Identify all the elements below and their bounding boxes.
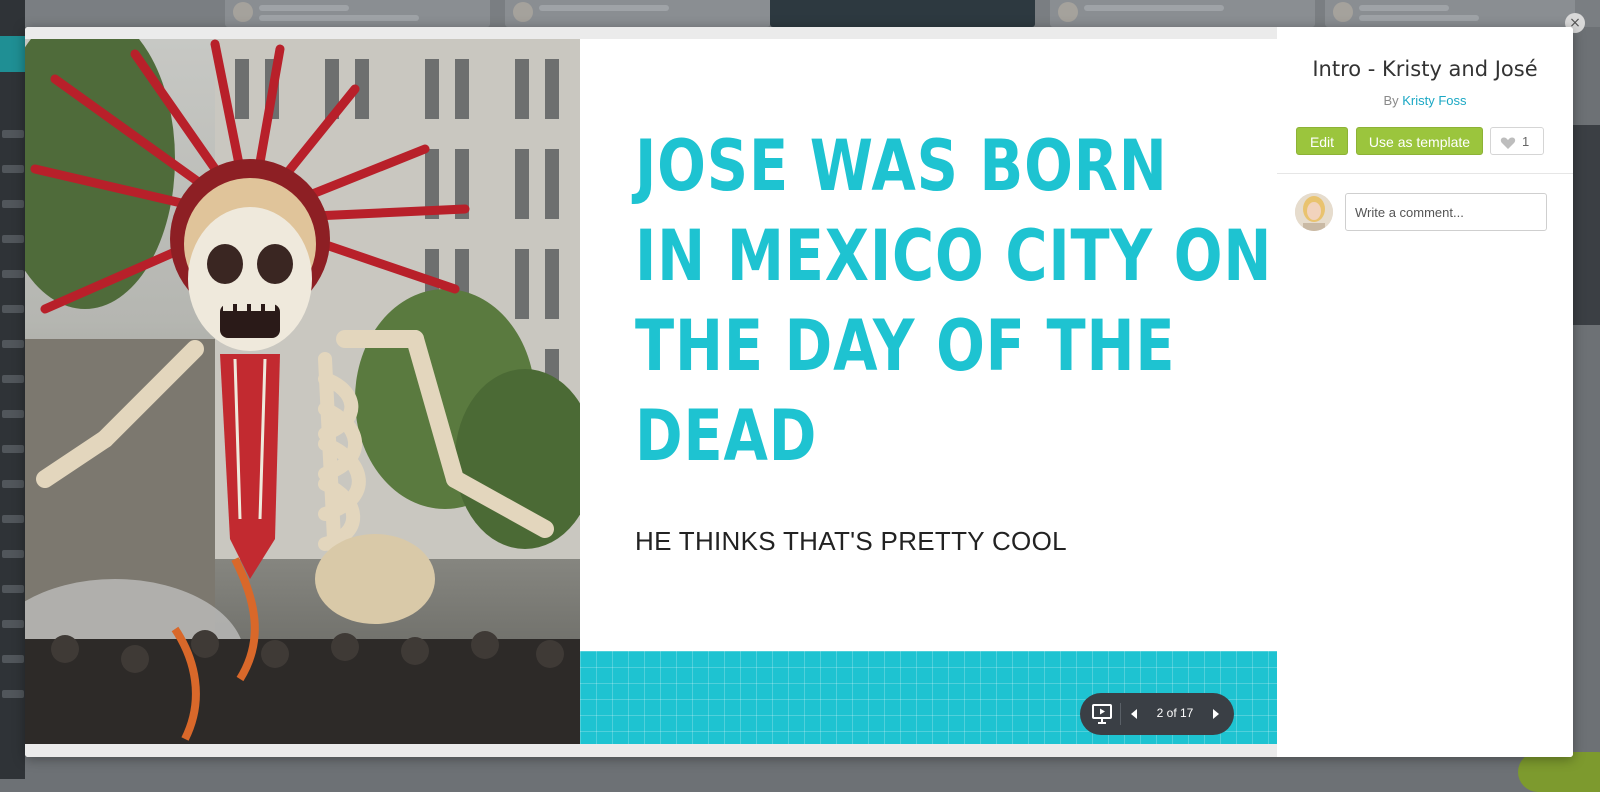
page-indicator: 2 of 17 [1156,706,1194,720]
background-card-image [1573,125,1600,325]
heart-icon [1500,137,1516,149]
background-card-avatar [1333,2,1353,22]
nav-divider [1120,703,1121,725]
background-sidebar-item [2,165,24,173]
background-sidebar-item [2,515,24,523]
present-icon[interactable] [1090,702,1114,726]
background-card-line [1359,15,1479,21]
background-card-line [539,5,669,11]
chevron-left-icon[interactable] [1127,706,1143,722]
slide-subtext: HE THINKS THAT'S PRETTY COOL [635,526,1067,556]
author-link[interactable]: Kristy Foss [1402,93,1466,108]
slide-headline-line: JOSE WAS BORN [635,125,1168,207]
slide-headline-line: THE DAY OF THE [635,305,1176,387]
background-card-line [1359,5,1449,11]
background-sidebar-item [2,410,24,418]
background-card-avatar [1058,2,1078,22]
background-sidebar-active-tab [0,36,25,72]
background-sidebar-item [2,550,24,558]
panel-divider [1277,173,1573,174]
background-sidebar-item [2,585,24,593]
background-sidebar-item [2,130,24,138]
background-action-button [1518,752,1600,792]
background-sidebar [0,0,25,779]
day-of-the-dead-skeleton-parade-photo [25,39,580,744]
background-sidebar-item [2,340,24,348]
slide-headline-line: DEAD [635,395,818,477]
slide: JOSE WAS BORN IN MEXICO CITY ON THE DAY … [25,39,1277,744]
background-sidebar-item [2,655,24,663]
avatar [1295,193,1333,231]
comment-input[interactable] [1345,193,1547,231]
presentation-title: Intro - Kristy and José [1312,57,1538,81]
author-byline: By Kristy Foss [1277,93,1573,108]
byline-prefix: By [1383,93,1399,108]
background-sidebar-item [2,305,24,313]
background-card [770,0,1035,27]
like-button[interactable]: 1 [1490,127,1544,155]
background-card [505,0,770,27]
edit-button[interactable]: Edit [1296,127,1348,155]
background-sidebar-item [2,375,24,383]
background-card [1050,0,1315,27]
background-sidebar-item [2,690,24,698]
background-card-avatar [233,2,253,22]
details-panel: Intro - Kristy and José By Kristy Foss E… [1277,27,1573,757]
background-sidebar-item [2,235,24,243]
slide-headline-line: IN MEXICO CITY ON [635,215,1273,297]
presentation-modal: JOSE WAS BORN IN MEXICO CITY ON THE DAY … [25,27,1573,757]
background-sidebar-item [2,200,24,208]
background-card-line [1084,5,1224,11]
slide-navigation: 2 of 17 [1080,693,1234,735]
background-card-avatar [513,2,533,22]
background-card [1325,0,1575,27]
like-count: 1 [1522,134,1530,149]
background-card-line [259,15,419,21]
background-sidebar-item [2,445,24,453]
chevron-right-icon[interactable] [1207,706,1223,722]
slide-viewer: JOSE WAS BORN IN MEXICO CITY ON THE DAY … [25,27,1277,757]
slide-headline: JOSE WAS BORN IN MEXICO CITY ON THE DAY … [635,121,1273,481]
background-sidebar-item [2,620,24,628]
background-card [225,0,490,27]
background-sidebar-item [2,480,24,488]
background-sidebar-item [2,270,24,278]
background-topbar [25,0,1600,27]
background-card-line [259,5,349,11]
use-as-template-button[interactable]: Use as template [1356,127,1483,155]
